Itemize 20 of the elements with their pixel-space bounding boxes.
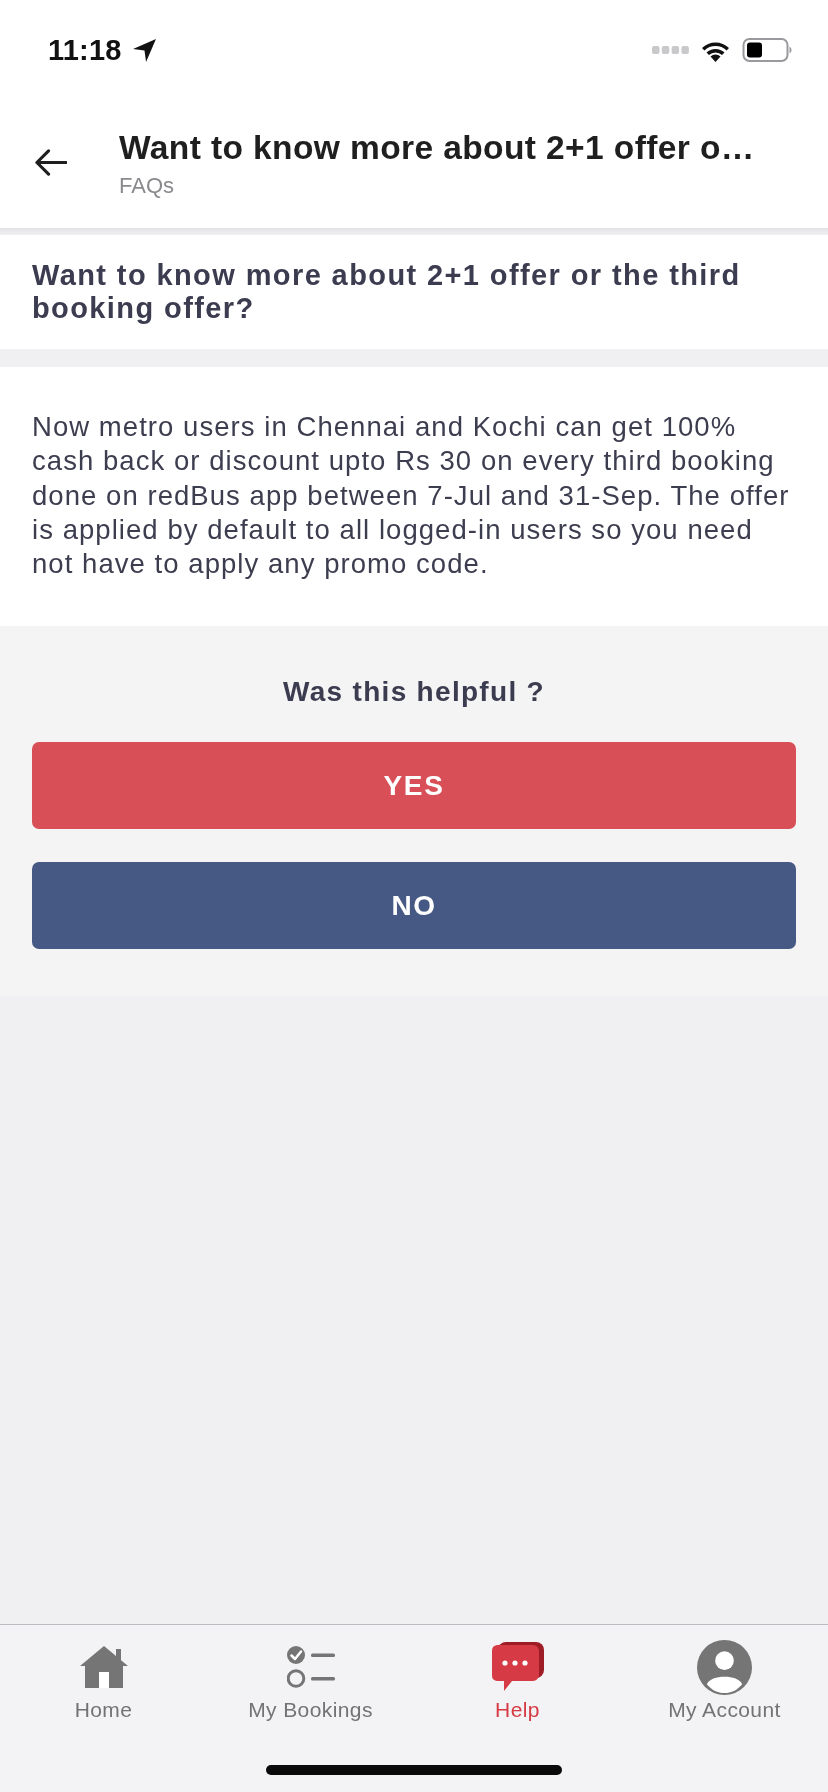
faq-question: Want to know more about 2+1 offer or the third booking offer? <box>32 259 742 325</box>
yes-button[interactable]: YES <box>32 742 796 830</box>
faq-answer: Now metro users in Chennai and Kochi can get 100% cash back or discount upto Rs 30 on every third booking done on redBus app between 7-Jul and 31-Sep. The offer is applied by default to all logged-in users so you need not have to apply any promo code. <box>32 410 791 582</box>
status-time: 11:18 <box>48 33 122 67</box>
no-button[interactable]: NO <box>32 862 796 950</box>
chat-bubble-icon <box>491 1642 544 1692</box>
signal-icon <box>652 46 689 54</box>
tab-bar-item[interactable]: My Account <box>668 1639 781 1723</box>
battery-icon <box>742 38 793 62</box>
tab-bar-item[interactable]: Help <box>491 1639 544 1723</box>
user-avatar-icon <box>697 1639 752 1695</box>
checklist-icon <box>286 1646 335 1688</box>
page-subtitle: FAQs <box>119 173 175 199</box>
page-title: Want to know more about 2+1 offer o… <box>119 128 755 168</box>
house-icon <box>79 1646 128 1688</box>
feedback-prompt: Was this helpful ? <box>283 676 545 709</box>
tab-bar-item[interactable]: Home <box>74 1639 133 1723</box>
back-arrow-icon <box>33 147 67 177</box>
location-arrow-icon <box>131 37 157 63</box>
tab-bar-item[interactable]: My Bookings <box>248 1639 373 1723</box>
